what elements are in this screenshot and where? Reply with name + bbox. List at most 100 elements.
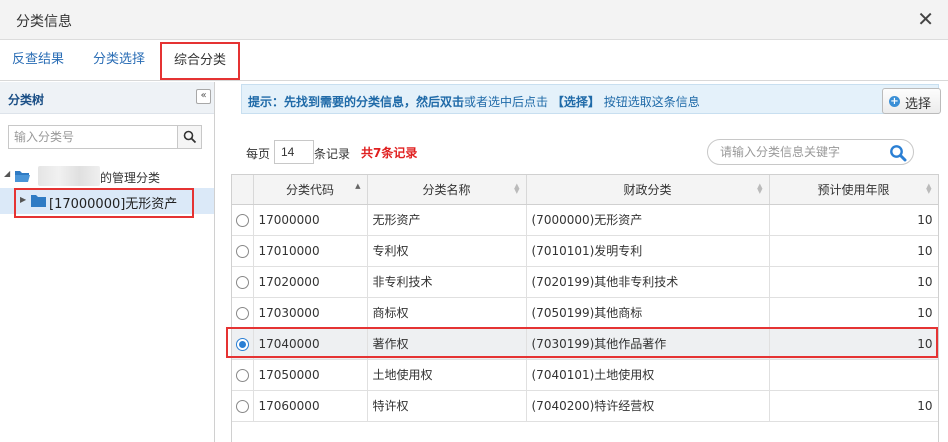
tab-bar: 反查结果 分类选择 综合分类	[0, 40, 948, 81]
sort-icon[interactable]: ▲ ▼	[757, 183, 762, 195]
cell-name: 著作权	[367, 328, 527, 360]
cell-years: 10	[769, 204, 938, 236]
redacted-org-name	[38, 166, 100, 186]
cell-years: 10	[769, 297, 938, 329]
radio-button[interactable]	[235, 306, 249, 320]
hint-prefix: 提示：先找到需要的分类信息，然后	[248, 95, 441, 109]
plus-circle-icon: +	[889, 96, 900, 107]
select-button-label: 选择	[905, 97, 932, 112]
table-row-selected[interactable]: 17040000 著作权 (7030199)其他作品著作 10	[232, 328, 938, 360]
hint-text: 提示：先找到需要的分类信息，然后双击或者选中后点击 【选择】 按钮选取这条信息	[248, 93, 700, 110]
cell-code: 17000000	[253, 204, 368, 236]
cell-name: 非专利技术	[367, 266, 527, 298]
cell-name: 土地使用权	[367, 359, 527, 391]
records-label: 条记录	[314, 147, 351, 161]
cell-years: 10	[769, 235, 938, 267]
dialog-title: 分类信息	[16, 14, 72, 30]
table-header-row: 分类代码 ▲ 分类名称 ▲ ▼ 财政分类 ▲ ▼ 预计使用年限 ▲ ▼	[232, 175, 938, 205]
select-button[interactable]: + 选择	[882, 88, 941, 114]
keyword-search-box	[707, 139, 914, 165]
per-page-label: 每页	[246, 147, 271, 161]
row-radio-cell[interactable]	[232, 359, 254, 391]
expanded-arrow-icon[interactable]: ◢	[4, 169, 10, 178]
radio-button[interactable]	[235, 399, 249, 413]
cell-fiscal: (7050199)其他商标	[526, 297, 770, 329]
row-radio-cell[interactable]	[232, 235, 254, 267]
table-row[interactable]: 17020000 非专利技术 (7020199)其他非专利技术 10	[232, 266, 938, 298]
row-radio-cell[interactable]	[232, 297, 254, 329]
column-header-code[interactable]: 分类代码 ▲	[253, 175, 368, 205]
hint-bar: 提示：先找到需要的分类信息，然后双击或者选中后点击 【选择】 按钮选取这条信息 …	[241, 84, 941, 114]
column-header-years[interactable]: 预计使用年限 ▲ ▼	[769, 175, 938, 205]
category-number-search	[8, 125, 202, 149]
cell-code: 17040000	[253, 328, 368, 360]
tab-reverse-lookup[interactable]: 反查结果	[0, 40, 76, 81]
tab-category-select[interactable]: 分类选择	[82, 40, 156, 81]
tree-panel-header: 分类树 «	[0, 82, 214, 114]
cell-years	[769, 359, 938, 391]
tree-root-label: 的管理分类	[100, 171, 161, 185]
category-table: 分类代码 ▲ 分类名称 ▲ ▼ 财政分类 ▲ ▼ 预计使用年限 ▲ ▼ 17000000 无形…	[231, 174, 939, 442]
cell-fiscal: (7010101)发明专利	[526, 235, 770, 267]
tab-comprehensive-category[interactable]: 综合分类	[160, 42, 240, 80]
tree-root-node[interactable]: ◢ 的管理分类	[0, 164, 214, 188]
table-row[interactable]: 17030000 商标权 (7050199)其他商标 10	[232, 297, 938, 329]
cell-code: 17030000	[253, 297, 368, 329]
cell-fiscal: (7040200)特许经营权	[526, 390, 770, 422]
cell-years: 10	[769, 390, 938, 422]
column-header-fiscal-label: 财政分类	[623, 182, 672, 197]
cell-fiscal: (7000000)无形资产	[526, 204, 770, 236]
tree-panel-title: 分类树	[8, 93, 45, 107]
main-panel: 提示：先找到需要的分类信息，然后双击或者选中后点击 【选择】 按钮选取这条信息 …	[226, 82, 948, 442]
column-header-name-label: 分类名称	[422, 182, 471, 197]
search-button[interactable]	[177, 126, 201, 148]
page-size-input[interactable]	[274, 140, 314, 164]
search-icon	[183, 130, 196, 144]
keyword-search-input[interactable]	[720, 143, 880, 161]
table-row[interactable]: 17010000 专利权 (7010101)发明专利 10	[232, 235, 938, 267]
cell-fiscal: (7040101)土地使用权	[526, 359, 770, 391]
cell-code: 17050000	[253, 359, 368, 391]
column-header-fiscal[interactable]: 财政分类 ▲ ▼	[526, 175, 770, 205]
radio-button[interactable]	[235, 244, 249, 258]
row-radio-cell[interactable]	[232, 204, 254, 236]
category-number-input[interactable]	[9, 126, 177, 148]
radio-button-checked[interactable]	[235, 337, 249, 351]
radio-button[interactable]	[235, 368, 249, 382]
table-row[interactable]: 17060000 特许权 (7040200)特许经营权 10	[232, 390, 938, 422]
cell-name: 商标权	[367, 297, 527, 329]
cell-fiscal: (7020199)其他非专利技术	[526, 266, 770, 298]
column-header-code-label: 分类代码	[285, 182, 334, 197]
radio-button[interactable]	[235, 213, 249, 227]
dialog-titlebar: 分类信息 ✕	[0, 0, 948, 40]
column-header-radio	[232, 175, 254, 205]
tree-node-highlight-box	[14, 188, 194, 218]
close-icon[interactable]: ✕	[917, 9, 934, 29]
open-folder-icon	[15, 171, 30, 182]
row-radio-cell[interactable]	[232, 390, 254, 422]
sort-icon[interactable]: ▲ ▼	[926, 183, 931, 195]
tree-node-intangible-assets[interactable]: ▶ [17000000]无形资产	[0, 188, 214, 218]
cell-fiscal: (7030199)其他作品著作	[526, 328, 770, 360]
cell-years: 10	[769, 266, 938, 298]
cell-code: 17010000	[253, 235, 368, 267]
cell-code: 17060000	[253, 390, 368, 422]
search-icon[interactable]	[889, 144, 907, 162]
column-header-name[interactable]: 分类名称 ▲ ▼	[367, 175, 527, 205]
cell-name: 无形资产	[367, 204, 527, 236]
row-radio-cell[interactable]	[232, 328, 254, 360]
row-radio-cell[interactable]	[232, 266, 254, 298]
category-tree-panel: 分类树 « ◢ 的管理分类 ▶ [17000000]无形资产	[0, 82, 215, 442]
radio-button[interactable]	[235, 275, 249, 289]
sort-icon[interactable]: ▲ ▼	[514, 183, 519, 195]
table-row[interactable]: 17000000 无形资产 (7000000)无形资产 10	[232, 204, 938, 236]
sort-asc-icon[interactable]: ▲	[355, 183, 360, 190]
cell-name: 专利权	[367, 235, 527, 267]
hint-suffix: 按钮选取这条信息	[603, 95, 700, 109]
cell-name: 特许权	[367, 390, 527, 422]
collapse-panel-icon[interactable]: «	[196, 89, 211, 104]
cell-code: 17020000	[253, 266, 368, 298]
cell-years: 10	[769, 328, 938, 360]
hint-middle: 或者选中后点击	[464, 95, 549, 109]
table-row[interactable]: 17050000 土地使用权 (7040101)土地使用权	[232, 359, 938, 391]
